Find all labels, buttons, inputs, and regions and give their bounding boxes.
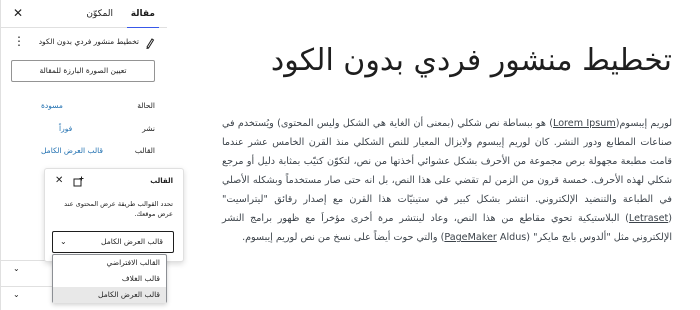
template-option-selected[interactable]: قالب العرض الكامل — [53, 287, 166, 303]
chevron-down-icon[interactable]: ⌄ — [13, 290, 20, 299]
set-featured-image-button[interactable]: تعيين الصورة البارزة للمقالة — [11, 60, 155, 82]
chevron-down-icon[interactable]: ⌄ — [13, 264, 20, 273]
pen-icon — [145, 37, 155, 49]
more-options-icon[interactable]: ⋮ — [13, 34, 25, 48]
chevron-down-icon: ⌄ — [60, 237, 67, 246]
template-option[interactable]: القالب الافتراضي — [53, 255, 166, 271]
close-icon[interactable]: ✕ — [11, 6, 25, 20]
template-select[interactable]: قالب العرض الكامل ⌄ — [52, 231, 174, 253]
prop-status-label: الحالة — [137, 101, 155, 110]
popover-title: القالب — [150, 177, 173, 185]
prop-status: الحالة مسودة — [1, 98, 167, 114]
post-title[interactable]: تخطيط منشور فردي بدون الكود — [271, 38, 672, 84]
sidebar-tabs: مقالة المكوّن ✕ — [1, 0, 167, 28]
lorem-ipsum-link[interactable]: Lorem Ipsum — [553, 118, 616, 129]
prop-publish: نشر فوراً — [1, 121, 167, 137]
post-summary-title: تخطيط منشور فردي بدون الكود — [38, 37, 139, 46]
body-text-2: ) هو ببساطة نص شكلي (بمعنى أن الغاية هي … — [222, 118, 672, 224]
prop-template: القالب قالب العرض الكامل — [1, 143, 167, 159]
close-icon[interactable]: ✕ — [55, 176, 63, 186]
prop-publish-value[interactable]: فوراً — [59, 121, 72, 137]
tab-post[interactable]: مقالة — [126, 0, 159, 28]
body-text-1: لوريم إيبسوم( — [615, 118, 673, 129]
template-dropdown: القالب الافتراضي قالب الغلاف قالب العرض … — [52, 254, 167, 303]
body-text-4: ) والتي حوت أيضاً على نسخ من نص لوريم إي… — [242, 232, 445, 243]
template-select-value: قالب العرض الكامل — [101, 237, 163, 246]
template-option[interactable]: قالب الغلاف — [53, 271, 166, 287]
post-body[interactable]: لوريم إيبسوم(Lorem Ipsum) هو ببساطة نص ش… — [222, 114, 672, 247]
prop-template-value[interactable]: قالب العرض الكامل — [41, 143, 103, 159]
popover-description: تحدد القوالب طريقة عرض المحتوى عند عرض م… — [64, 200, 173, 218]
pagemaker-link[interactable]: PageMaker — [444, 232, 496, 243]
letraset-link[interactable]: Letraset — [629, 213, 668, 224]
post-summary: تخطيط منشور فردي بدون الكود ⋮ — [1, 34, 167, 54]
tab-block[interactable]: المكوّن — [82, 0, 117, 28]
prop-publish-label: نشر — [142, 124, 155, 133]
prop-template-label: القالب — [134, 146, 155, 155]
prop-status-value[interactable]: مسودة — [41, 98, 63, 114]
add-template-icon[interactable] — [73, 176, 84, 190]
